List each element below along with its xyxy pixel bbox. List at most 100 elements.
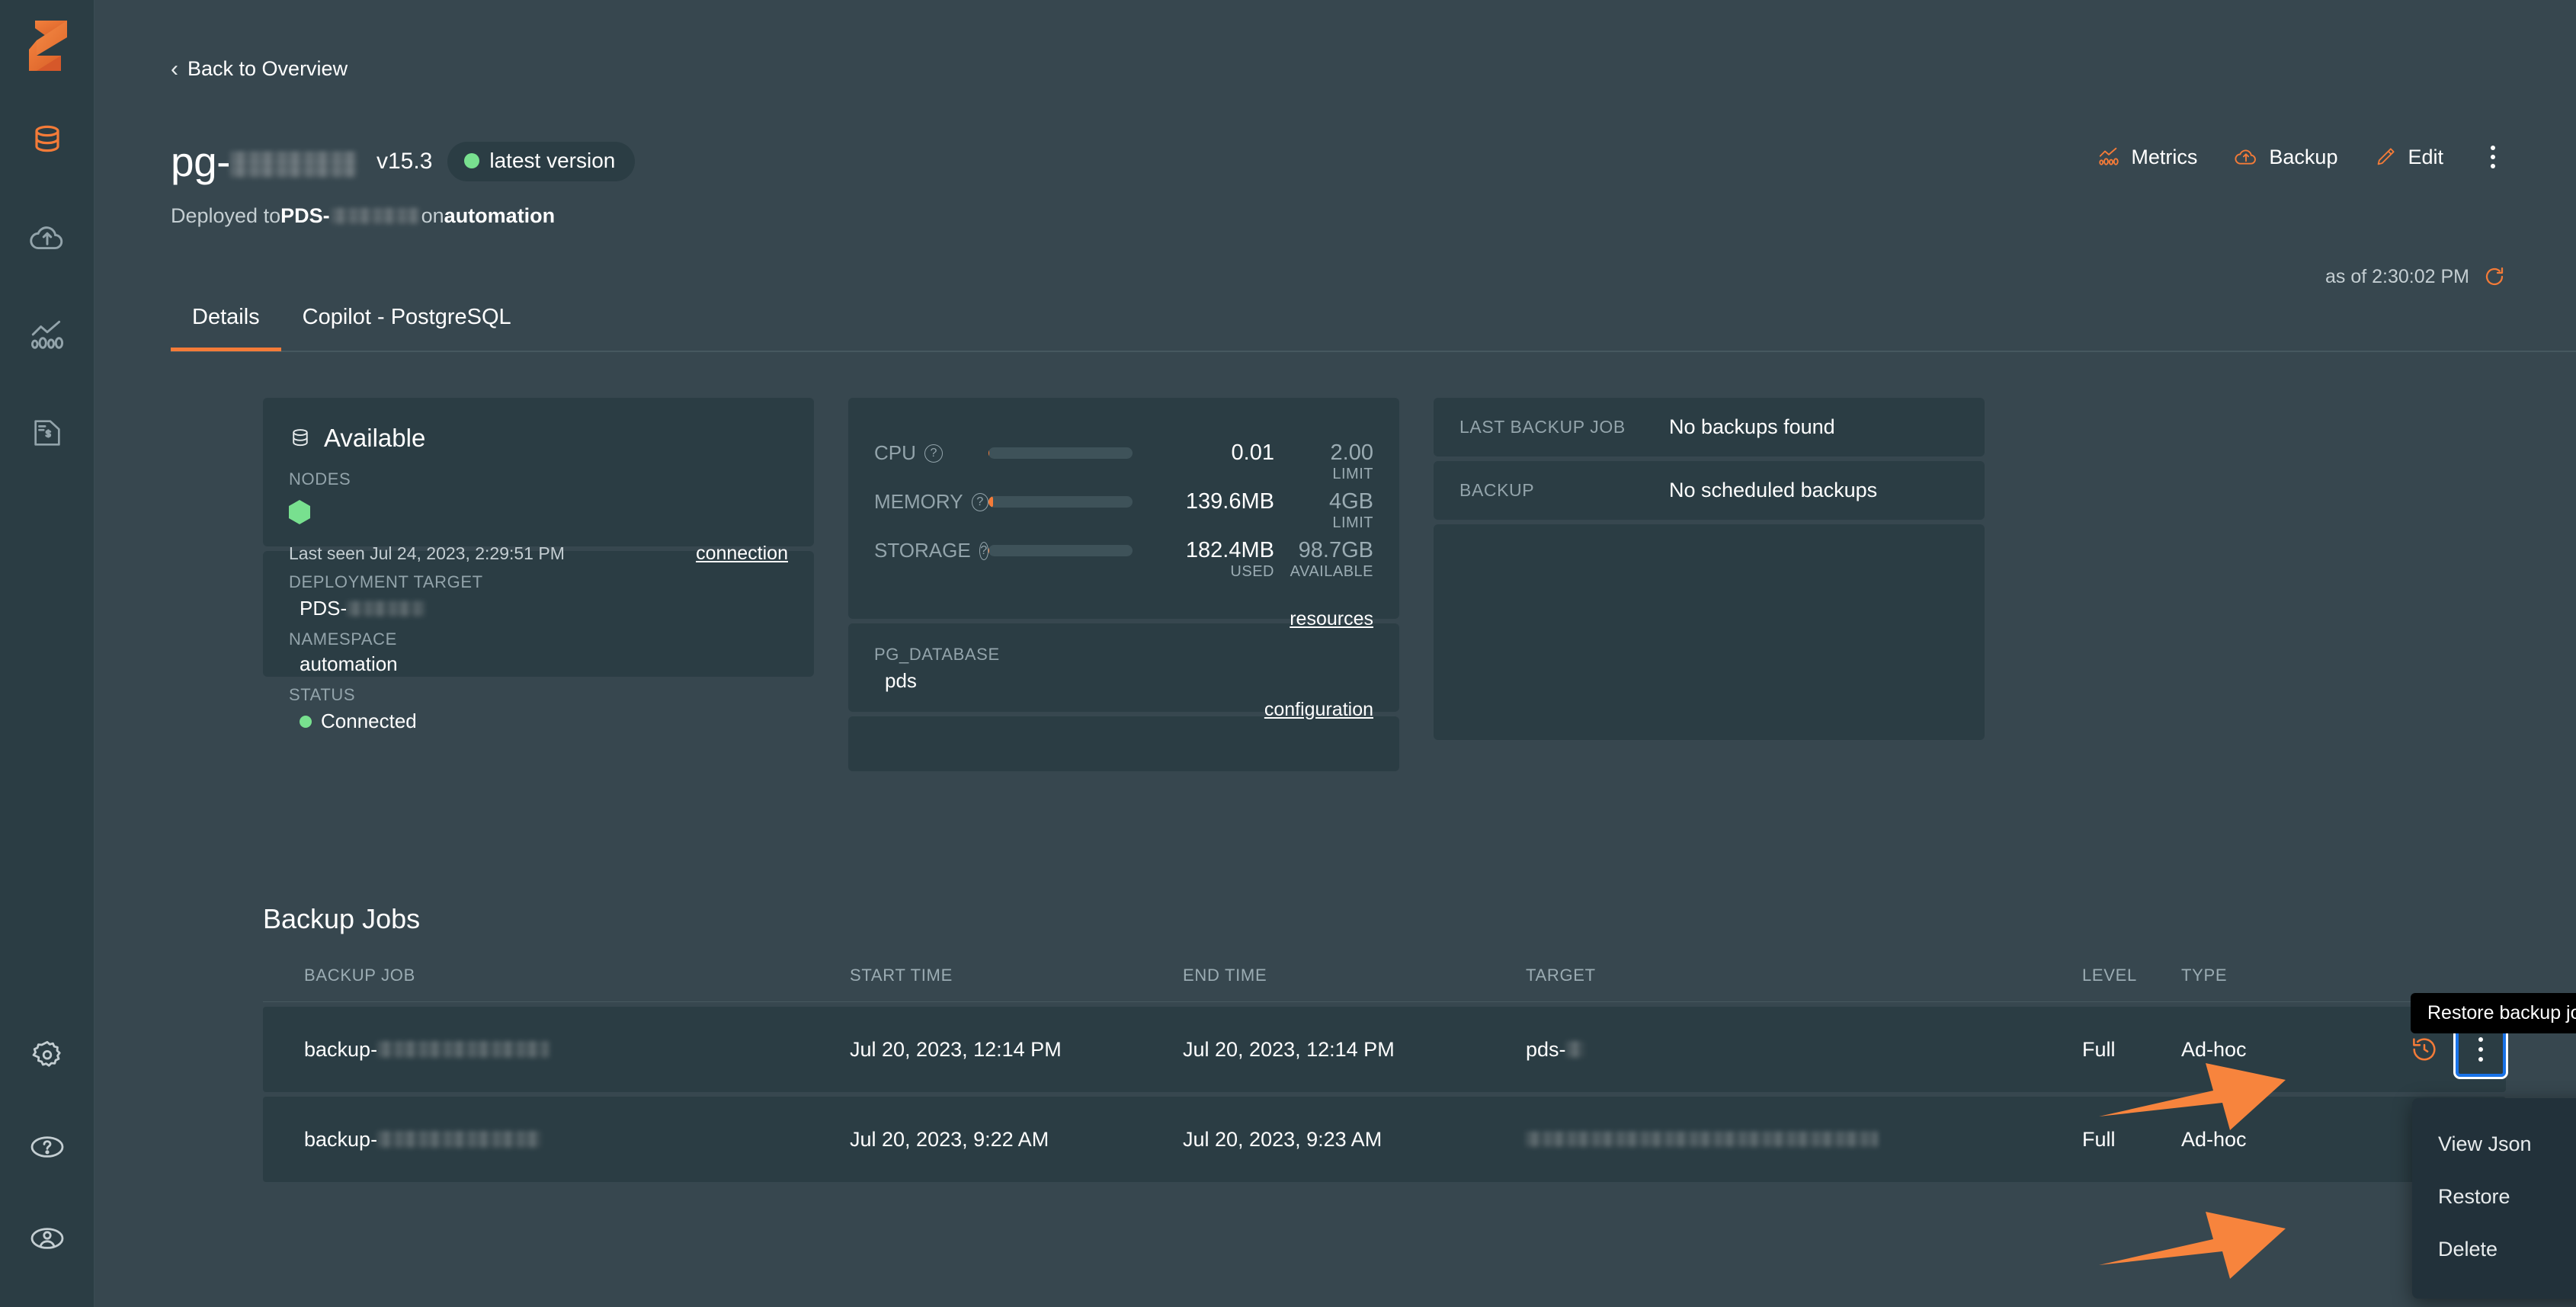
help-icon[interactable]: ? [979,541,988,560]
cpu-limit-sublabel: LIMIT [1332,466,1373,482]
availability-status: Available [324,424,426,452]
edit-button-label: Edit [2408,145,2443,168]
storage-used-sublabel: USED [1230,563,1274,580]
tab-copilot-label: Copilot - PostgreSQL [302,305,511,329]
edit-button[interactable]: Edit [2374,146,2443,169]
sidebar-bottom-group [0,996,95,1270]
status-label: STATUS [289,685,356,704]
back-to-overview-link[interactable]: ‹ Back to Overview [171,57,348,81]
last-backup-job-label: LAST BACKUP JOB [1459,417,1626,437]
resources-card-column: CPU ? 0.01 2.00 LIMIT MEMORY ? 139.6MB 4… [848,398,1399,771]
memory-used-value: 139.6MB [1185,489,1274,514]
col-header-level: LEVEL [2082,965,2137,985]
cpu-progress-bar [988,447,1133,459]
sidebar-item-help[interactable] [15,1115,79,1179]
status-badge: latest version [447,142,636,181]
node-hex-icon[interactable] [289,500,310,524]
storage-used-value: 182.4MB [1185,538,1274,562]
backup-schedule-card: BACKUP No scheduled backups [1434,461,1985,520]
chart-line-icon [2099,147,2119,165]
backup-summary-filler [1434,524,1985,740]
menu-item-delete[interactable]: Delete [2412,1223,2576,1276]
redacted-target [1526,1132,1878,1147]
col-header-start-time: START TIME [850,965,953,985]
tab-details-label: Details [192,305,260,329]
cpu-limit-value: 2.00 [1330,440,1373,465]
subtitle-prefix: Deployed to [171,204,281,227]
backup-job-prefix: backup- [304,1037,378,1061]
kebab-dot [2478,1047,2483,1052]
memory-progress-bar [988,496,1133,508]
tab-bar: Details Copilot - PostgreSQL [171,305,2576,352]
sidebar [0,0,95,1307]
col-header-target: TARGET [1526,965,1596,985]
backup-button[interactable]: Backup [2234,145,2337,169]
details-cards: Available NODES Last seen Jul 24, 2023, … [171,398,2506,779]
row-context-menu: View Json Restore Delete [2412,1098,2576,1299]
cell-level: Full [2082,1127,2116,1151]
page-title-row: pg- v15.3 latest version [171,137,636,186]
last-seen-label: Last seen Jul 24, 2023, 2:29:51 PM [289,543,565,563]
cell-type: Ad-hoc [2181,1037,2247,1061]
portworx-logo[interactable] [15,14,79,78]
cell-target: pds- [1526,1038,2082,1062]
table-header-row: BACKUP JOB START TIME END TIME TARGET LE… [263,956,2506,1002]
tab-copilot-postgresql[interactable]: Copilot - PostgreSQL [281,305,533,350]
deployment-target-prefix: PDS- [300,597,348,620]
cell-level: Full [2082,1037,2116,1061]
subtitle-target-prefix: PDS- [280,204,330,227]
sidebar-item-databases[interactable] [15,108,79,172]
availability-card: Available NODES Last seen Jul 24, 2023, … [263,398,814,564]
storage-metric-label: STORAGE ? [874,539,988,562]
connection-link[interactable]: connection [696,543,788,565]
help-icon[interactable]: ? [971,492,988,511]
cell-end-time: Jul 20, 2023, 9:23 AM [1183,1127,1383,1151]
col-header-type: TYPE [2181,965,2228,985]
sidebar-item-billing[interactable] [15,401,79,465]
menu-item-restore[interactable]: Restore [2412,1171,2576,1223]
header-more-menu-button[interactable] [2480,141,2506,173]
last-backup-job-card: LAST BACKUP JOB No backups found [1434,398,1985,456]
kebab-dot [2478,1057,2483,1062]
status-value-row: Connected [289,705,788,733]
tab-details[interactable]: Details [171,305,281,351]
sidebar-item-metrics[interactable] [15,303,79,367]
redacted-deployment-target-value [347,601,425,617]
pg-database-value: pds [885,669,917,692]
sidebar-item-account[interactable] [15,1206,79,1270]
cell-start-time: Jul 20, 2023, 12:14 PM [850,1037,1062,1061]
table-row[interactable]: backup- Jul 20, 2023, 12:14 PM Jul 20, 2… [263,1007,2508,1092]
header-actions: Metrics Backup Edit [2097,141,2506,173]
configuration-link[interactable]: configuration [1264,699,1373,720]
deployment-target-value: PDS- [289,592,788,620]
sidebar-item-settings[interactable] [15,1023,79,1088]
status-value: Connected [321,710,417,732]
kebab-dot [2491,155,2495,159]
backup-button-label: Backup [2269,145,2338,168]
backup-summary-column: LAST BACKUP JOB No backups found BACKUP … [1434,398,1985,740]
help-icon[interactable]: ? [924,444,943,463]
namespace-value: automation [300,652,398,675]
refresh-icon[interactable] [2483,265,2506,288]
resources-link[interactable]: resources [1290,608,1373,629]
menu-item-view-json[interactable]: View Json [2412,1118,2576,1171]
pg-database-label: PG_DATABASE [874,645,1000,664]
redacted-target [1565,1041,1584,1058]
metrics-button[interactable]: Metrics [2097,146,2197,169]
namespace-label: NAMESPACE [289,629,397,649]
restore-backup-job-button[interactable] [2410,1035,2439,1064]
kebab-dot [2478,1037,2483,1042]
cloud-upload-icon [2235,149,2257,165]
cell-type: Ad-hoc [2181,1127,2247,1151]
cell-target [1526,1132,2082,1147]
main-content: ‹ Back to Overview pg- v15.3 latest vers… [95,0,2576,1307]
as-of-timestamp: as of 2:30:02 PM [2325,265,2506,288]
subtitle-mid: on [421,204,444,227]
table-row[interactable]: backup- Jul 20, 2023, 9:22 AM Jul 20, 20… [263,1097,2506,1182]
sidebar-item-backups[interactable] [15,206,79,270]
metrics-button-label: Metrics [2131,145,2198,168]
back-link-label: Back to Overview [187,57,348,80]
deployment-target-label: DEPLOYMENT TARGET [289,572,483,591]
pencil-icon [2378,148,2395,165]
badge-label: latest version [489,149,616,172]
